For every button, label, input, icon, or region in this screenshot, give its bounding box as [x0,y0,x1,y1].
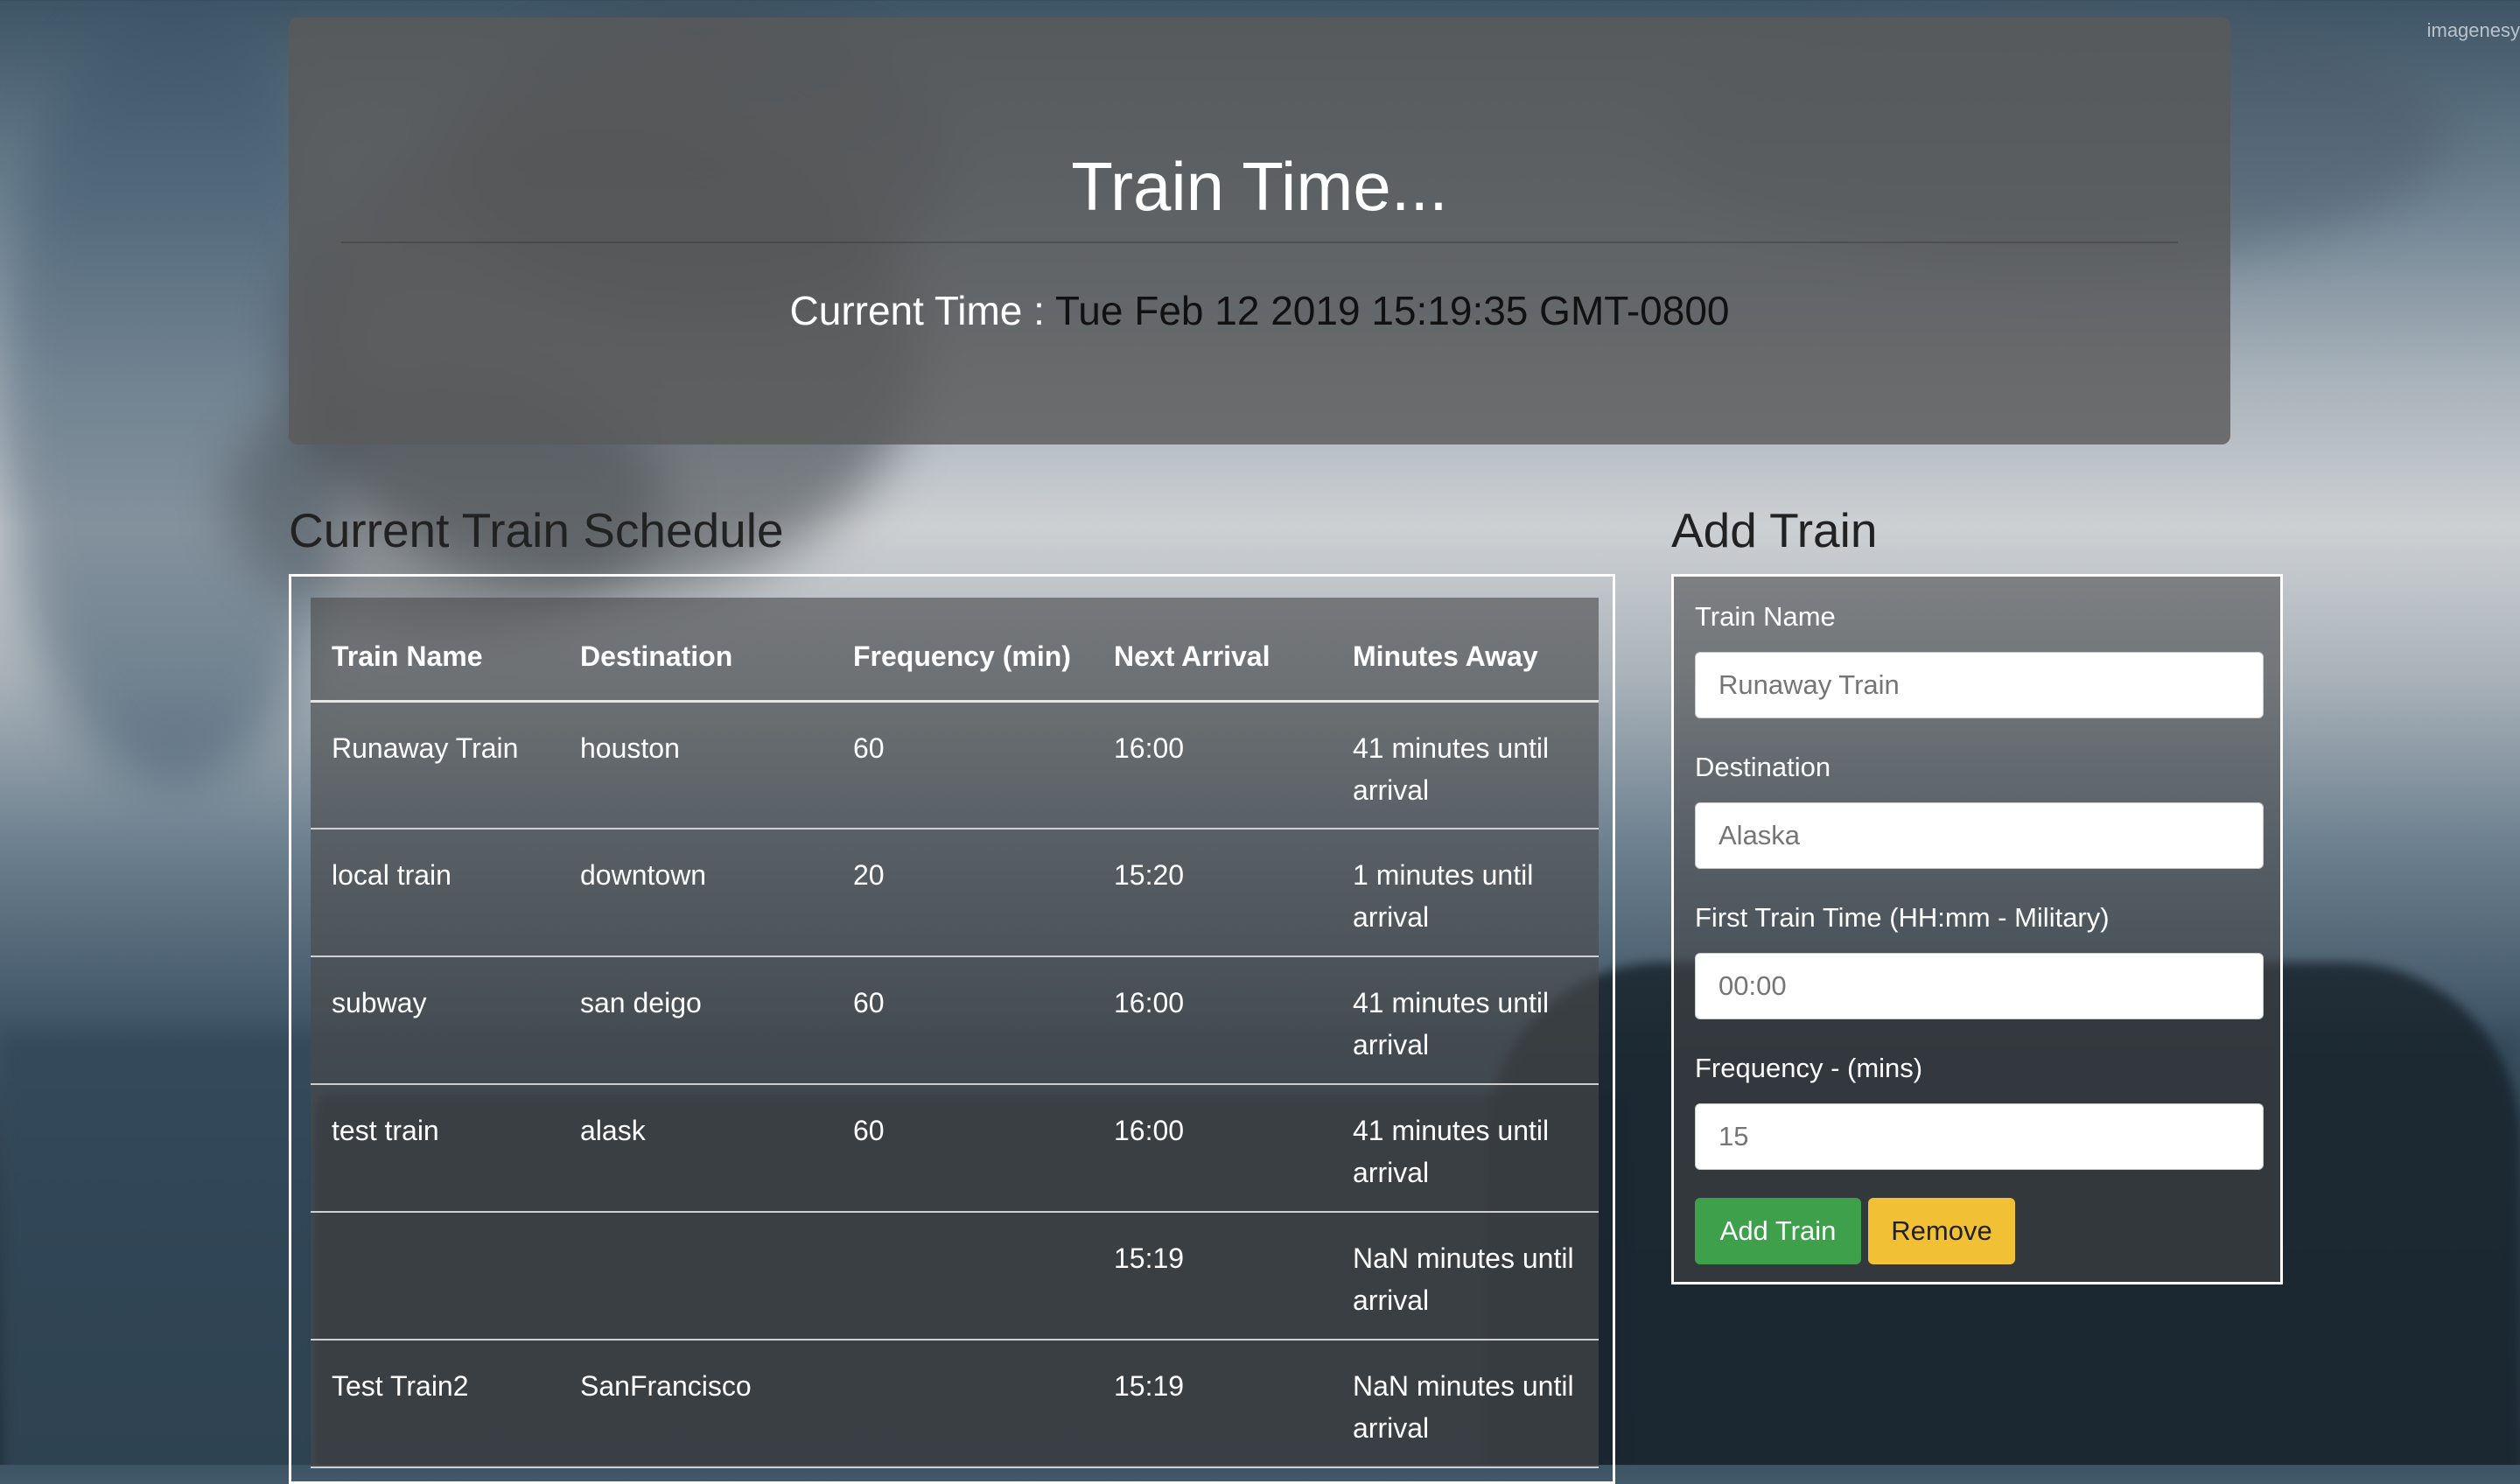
cell-next-arrival: 16:00 [1114,732,1185,764]
cell-frequency: 60 [853,1115,885,1146]
table-header-row: Train Name Destination Frequency (min) N… [311,598,1599,701]
header-jumbotron: Train Time... Current Time : Tue Feb 12 … [289,18,2230,444]
watermark: imagenesy [2426,19,2520,41]
cell-destination [559,1212,832,1340]
schedule-panel: Train Name Destination Frequency (min) N… [289,574,1615,1484]
page-title: Train Time... [1071,148,1448,225]
train-name-input[interactable] [1695,652,2264,718]
cell-destination: downtown [580,859,707,891]
cell-next-arrival: 16:00 [1114,987,1185,1018]
cell-next-arrival: 15:19 [1114,1370,1185,1402]
header-frequency: Frequency (min) [853,640,1071,672]
add-train-title: Add Train [1671,503,1878,557]
cell-destination: SanFrancisco [580,1370,752,1402]
first-train-time-label: First Train Time (HH:mm - Military) [1695,902,2110,933]
cell-minutes-away: NaN minutes until arrival [1353,1370,1574,1444]
cell-frequency: 60 [853,987,885,1018]
add-train-button[interactable]: Add Train [1695,1198,1861,1264]
remove-button[interactable]: Remove [1868,1198,2015,1264]
schedule-title: Current Train Schedule [289,503,784,557]
add-train-form: Train Name Destination First Train Time … [1671,574,2283,1284]
cell-destination: alask [580,1115,646,1146]
cell-minutes-away: 1 minutes until arrival [1353,859,1534,933]
header-destination: Destination [580,640,733,672]
table-row: Test Train2 SanFrancisco 15:19 NaN minut… [311,1340,1599,1467]
cell-train-name: subway [332,987,427,1018]
table-row: local train downtown 20 15:20 1 minutes … [311,829,1599,956]
cell-next-arrival: 15:19 [1114,1242,1185,1274]
first-train-time-input[interactable] [1695,953,2264,1019]
cell-train-name: test train [332,1115,439,1146]
current-time-label: Current Time : [789,288,1045,333]
cell-frequency [832,1212,1093,1340]
frequency-label: Frequency - (mins) [1695,1053,1923,1083]
table-row: Runaway Train houston 60 16:00 41 minute… [311,701,1599,829]
header-divider [341,242,2178,243]
header-train-name: Train Name [332,640,483,672]
cell-destination: houston [580,732,680,764]
cell-minutes-away: NaN minutes until arrival [1353,1242,1574,1316]
train-name-label: Train Name [1695,601,1836,632]
cell-next-arrival: 15:20 [1114,859,1185,891]
current-time: Current Time : Tue Feb 12 2019 15:19:35 … [289,287,2230,334]
cell-train-name: Test Train2 [332,1370,469,1402]
cell-frequency: 20 [853,859,885,891]
cell-train-name [311,1212,559,1340]
destination-label: Destination [1695,752,1831,782]
cell-minutes-away: 41 minutes until arrival [1353,732,1550,806]
destination-input[interactable] [1695,802,2264,869]
cell-train-name: Runaway Train [332,732,519,764]
table-row: test train alask 60 16:00 41 minutes unt… [311,1084,1599,1212]
table-row: 15:19 NaN minutes until arrival [311,1212,1599,1340]
cell-frequency [832,1340,1093,1467]
cell-destination: san deigo [580,987,702,1018]
current-time-value: Tue Feb 12 2019 15:19:35 GMT-0800 [1054,288,1730,333]
frequency-input[interactable] [1695,1103,2264,1170]
cell-next-arrival: 16:00 [1114,1115,1185,1146]
schedule-table: Train Name Destination Frequency (min) N… [311,598,1599,1468]
cell-minutes-away: 41 minutes until arrival [1353,1115,1550,1188]
cell-minutes-away: 41 minutes until arrival [1353,987,1550,1060]
cell-frequency: 60 [853,732,885,764]
table-row: subway san deigo 60 16:00 41 minutes unt… [311,956,1599,1084]
header-minutes-away: Minutes Away [1353,640,1538,672]
cell-train-name: local train [332,859,452,891]
header-next-arrival: Next Arrival [1114,640,1270,672]
